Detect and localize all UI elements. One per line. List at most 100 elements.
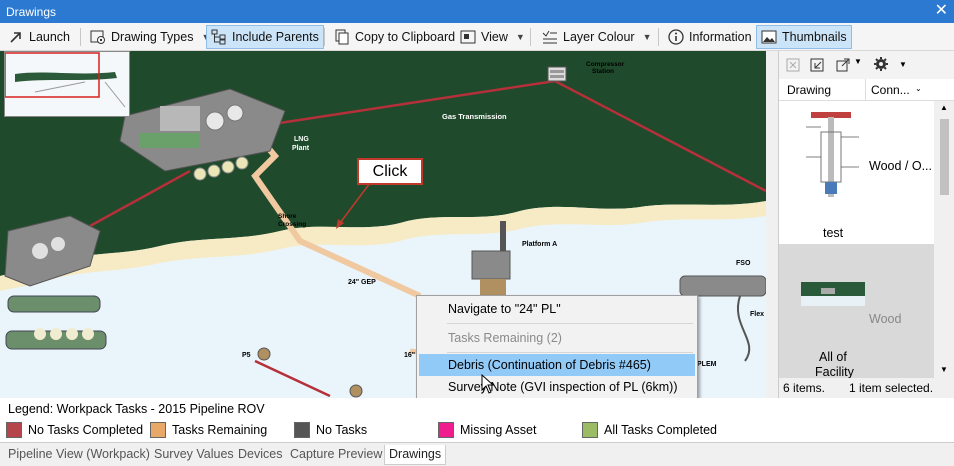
chevron-down-icon[interactable]: ⌄ xyxy=(915,84,922,93)
legend-swatch xyxy=(582,422,598,438)
shore-crossing-label: Shore xyxy=(278,213,297,220)
toolbar-divider xyxy=(324,28,325,46)
scroll-down-icon[interactable]: ▼ xyxy=(940,365,948,374)
item-name-line1: All of xyxy=(819,350,847,364)
column-conn[interactable]: Conn... xyxy=(871,83,910,97)
legend-item: No Tasks xyxy=(294,422,367,438)
item-name-line2: Facility xyxy=(815,365,854,378)
legend-label: Tasks Remaining xyxy=(172,423,268,437)
legend: Legend: Workpack Tasks - 2015 Pipeline R… xyxy=(0,398,954,442)
panel-status: 6 items. 1 item selected. xyxy=(779,378,954,398)
layer-colour-label: Layer Colour xyxy=(563,30,635,44)
legend-label: All Tasks Completed xyxy=(604,423,718,437)
lng-plant-label: Plant xyxy=(292,145,310,152)
drawing-types-label: Drawing Types xyxy=(111,30,194,44)
plem-label: PLEM xyxy=(697,361,717,368)
chevron-down-icon[interactable]: ▼ xyxy=(854,57,862,66)
view-button[interactable]: View ▼ xyxy=(456,26,529,48)
click-callout: Click xyxy=(357,158,423,185)
export-icon[interactable] xyxy=(835,57,851,76)
gep-24-label: 24" GEP xyxy=(348,279,376,286)
gas-transmission-label: Gas Transmission xyxy=(442,112,507,121)
legend-swatch xyxy=(6,422,22,438)
thumbnail-list: Wood / O... test Wood All of Facility xyxy=(779,101,934,378)
fso-label: FSO xyxy=(736,260,751,267)
chevron-down-icon[interactable]: ▼ xyxy=(899,60,907,69)
copy-clipboard-button[interactable]: Copy to Clipboard xyxy=(330,26,459,48)
flex-label: Flex xyxy=(750,311,764,318)
hierarchy-icon xyxy=(211,29,227,45)
tab-devices[interactable]: Devices xyxy=(234,445,286,465)
layers-icon xyxy=(542,29,558,45)
tab-capture-preview[interactable]: Capture Preview xyxy=(286,445,386,465)
drawing-types-icon xyxy=(90,29,106,45)
view-label: View xyxy=(481,30,508,44)
legend-swatch xyxy=(294,422,310,438)
tab-drawings[interactable]: Drawings xyxy=(384,445,447,465)
item-name: test xyxy=(823,226,844,240)
list-item[interactable]: Wood / O... test xyxy=(779,101,934,241)
panel-toolbar: ▼ ▼ xyxy=(779,51,954,79)
item-conn: Wood xyxy=(869,312,902,326)
toolbar-divider xyxy=(530,28,531,46)
tab-survey-values[interactable]: Survey Values xyxy=(150,445,238,465)
view-icon xyxy=(460,29,476,45)
toolbar: Launch Drawing Types ▼ Include Parents C… xyxy=(0,23,954,51)
launch-label: Launch xyxy=(29,30,71,44)
compressor-label: Station xyxy=(592,68,614,75)
compressor-label: Compressor xyxy=(586,61,625,68)
launch-button[interactable]: Launch xyxy=(4,26,74,48)
compressor-station xyxy=(547,66,567,82)
debris-marker xyxy=(349,384,363,398)
mouse-cursor-icon xyxy=(481,374,495,394)
arrow-up-right-icon xyxy=(8,29,24,45)
menu-item-label: Debris (Continuation of Debris #465) xyxy=(448,358,651,372)
copy-icon xyxy=(334,29,350,45)
thumbnails-button[interactable]: Thumbnails xyxy=(756,25,852,49)
toolbar-divider xyxy=(80,28,81,46)
chevron-down-icon: ▼ xyxy=(515,32,525,42)
thumbnails-label: Thumbnails xyxy=(782,30,847,44)
include-parents-button[interactable]: Include Parents xyxy=(206,25,324,49)
panel-column-headers: Drawing Conn... ⌄ xyxy=(779,79,954,101)
import-icon[interactable] xyxy=(809,57,825,76)
layer-colour-button[interactable]: Layer Colour ▼ xyxy=(538,26,656,48)
list-item-selected[interactable]: Wood All of Facility xyxy=(779,244,934,378)
menu-item-debris[interactable]: Debris (Continuation of Debris #465) xyxy=(419,354,695,376)
item-conn: Wood / O... xyxy=(869,159,932,173)
scrollbar[interactable]: ▲ ▼ xyxy=(934,101,954,378)
menu-item-survey-note[interactable]: Survey Note (GVI inspection of PL (6km)) xyxy=(419,376,695,398)
legend-label: No Tasks Completed xyxy=(28,423,144,437)
thumbnail-image xyxy=(801,282,865,306)
gear-icon[interactable] xyxy=(873,56,889,75)
scrollbar-thumb[interactable] xyxy=(940,119,949,195)
close-icon[interactable]: ✕ xyxy=(935,2,948,20)
tab-pipeline-view[interactable]: Pipeline View (Workpack) xyxy=(4,445,154,465)
shore-crossing-label: Crossing xyxy=(278,221,306,228)
window-title: Drawings xyxy=(6,5,57,19)
scroll-up-icon[interactable]: ▲ xyxy=(940,103,948,112)
drawing-types-button[interactable]: Drawing Types ▼ xyxy=(86,26,214,48)
minimap[interactable] xyxy=(4,51,130,117)
legend-label: No Tasks xyxy=(316,423,368,437)
legend-item: Missing Asset xyxy=(438,422,536,438)
include-parents-label: Include Parents xyxy=(232,30,319,44)
status-selected: 1 item selected. xyxy=(849,381,934,395)
context-menu: Navigate to "24" PL" Tasks Remaining (2)… xyxy=(416,295,698,399)
information-button[interactable]: Information xyxy=(664,26,756,48)
menu-separator xyxy=(447,323,693,324)
status-count: 6 items. xyxy=(783,381,826,395)
window-titlebar: Drawings ✕ xyxy=(0,0,954,23)
platform-a-label: Platform A xyxy=(522,241,557,248)
toolbar-divider xyxy=(658,28,659,46)
column-drawing[interactable]: Drawing xyxy=(787,83,831,97)
legend-swatch xyxy=(438,422,454,438)
menu-separator xyxy=(447,352,693,353)
information-label: Information xyxy=(689,30,752,44)
menu-item-label: Tasks Remaining (2) xyxy=(448,331,562,345)
menu-item-navigate[interactable]: Navigate to "24" PL" xyxy=(419,298,695,320)
p5-label: P5 xyxy=(242,352,251,359)
legend-title: Legend: Workpack Tasks - 2015 Pipeline R… xyxy=(8,402,265,416)
legend-item: Tasks Remaining xyxy=(150,422,267,438)
delete-icon[interactable] xyxy=(785,57,801,76)
